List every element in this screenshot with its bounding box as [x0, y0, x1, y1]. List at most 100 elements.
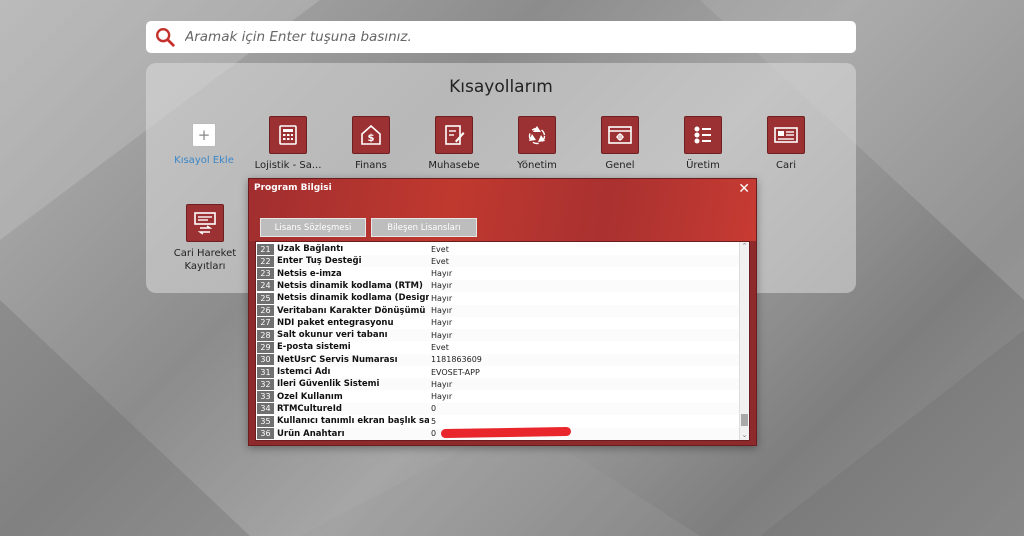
table-row[interactable]: 28 Salt okunur veri tabanı Hayır [256, 329, 740, 342]
shortcut-label: Üretim [686, 160, 720, 171]
row-number: 26 [257, 305, 274, 316]
close-icon[interactable]: ✕ [738, 181, 750, 197]
row-number: 22 [257, 255, 274, 267]
shortcut-label: Cari Hareket Kayıtları [173, 248, 237, 272]
shortcut-yonetim[interactable]: Yönetim [497, 116, 577, 172]
scroll-up-icon[interactable]: ⌃ [740, 242, 749, 251]
row-name: Netsis e-imza [277, 268, 342, 279]
shortcut-label: Lojistik - Sa... [254, 160, 322, 171]
row-name: Özel Kullanım [277, 391, 343, 402]
search-bar[interactable] [146, 21, 856, 53]
table-row[interactable]: 25 Netsis dinamik kodlama (Design) Hayır [256, 292, 740, 304]
row-number: 36 [257, 428, 274, 439]
row-name: Enter Tuş Desteği [277, 256, 362, 267]
table-row[interactable]: 27 NDI paket entegrasyonu Hayır [256, 317, 740, 329]
shortcut-cari-hareket[interactable]: Cari Hareket Kayıtları [165, 204, 245, 273]
row-name: Veritabanı Karakter Dönüşümü [277, 305, 426, 316]
table-row[interactable]: 24 Netsis dinamik kodlama (RTM) Hayır [256, 279, 740, 292]
row-number: 31 [257, 366, 274, 378]
shortcut-add[interactable]: + Kısayol Ekle [164, 116, 244, 167]
row-name: NDI paket entegrasyonu [277, 317, 394, 328]
row-value: Hayır [431, 379, 453, 389]
row-name: İleri Güvenlik Sistemi [277, 379, 380, 390]
row-name: Kullanıcı tanımlı ekran başlık sayısı [277, 416, 429, 427]
row-name: NetUsrC Servis Numarası [277, 354, 398, 365]
row-value: Hayır [431, 330, 453, 340]
dialog-header: Program Bilgisi ✕ Lisans Sözleşmesi Bile… [249, 179, 756, 241]
table-row[interactable]: 23 Netsis e-imza Hayır [256, 268, 740, 280]
table-row[interactable]: 35Kullanıcı tanımlı ekran başlık sayısı5 [256, 415, 740, 427]
row-name: RTMCultureId [277, 403, 342, 414]
row-value: Hayır [431, 269, 453, 279]
table-row[interactable]: 22 Enter Tuş Desteği Evet [256, 255, 740, 268]
id-card-icon[interactable] [767, 116, 805, 154]
table-row[interactable]: 32 İleri Güvenlik Sistemi Hayır [256, 378, 740, 391]
dollar-house-icon[interactable]: $ [352, 116, 390, 154]
scrollbar[interactable]: ⌃ ⌄ [739, 242, 749, 440]
row-name: Salt okunur veri tabanı [277, 330, 388, 341]
search-input[interactable] [183, 23, 856, 51]
row-number: 25 [257, 292, 274, 304]
checklist-icon[interactable] [684, 116, 722, 154]
search-icon[interactable] [154, 26, 176, 48]
table-row[interactable]: 29 E-posta sistemi Evet [256, 341, 740, 353]
row-value: 0 [431, 404, 437, 414]
row-name: Netsis dinamik kodlama (RTM) [277, 280, 423, 291]
shortcut-label: Finans [355, 160, 387, 171]
info-list[interactable]: 21 Uzak Bağlantı Evet 22 Enter Tuş Desteği Ev… [255, 241, 750, 441]
table-row[interactable]: 30 NetUsrC Servis Numarası 1181863609 [256, 353, 740, 366]
row-value: Hayır [431, 306, 453, 315]
row-number: 29 [257, 341, 274, 353]
svg-text:$: $ [368, 133, 375, 144]
row-value: Evet [431, 256, 449, 266]
row-number: 34 [257, 403, 274, 415]
shortcut-genel[interactable]: Genel [580, 116, 660, 172]
shortcut-muhasebe[interactable]: Muhasebe [414, 116, 494, 172]
scroll-thumb[interactable] [741, 414, 748, 426]
row-value: Hayır [431, 281, 453, 291]
component-licenses-button[interactable]: Bileşen Lisansları [371, 218, 477, 237]
dialog-title: Program Bilgisi [254, 183, 332, 193]
card-transfer-icon[interactable] [186, 204, 224, 242]
row-number: 27 [257, 317, 274, 329]
table-row[interactable]: 34 RTMCultureId 0 [256, 402, 740, 415]
row-number: 28 [257, 329, 274, 341]
row-value: Hayır [431, 293, 453, 303]
recycle-icon[interactable] [518, 116, 556, 154]
row-value: Evet [431, 342, 449, 352]
panel-title: Kısayollarım [449, 77, 553, 97]
program-info-dialog: Program Bilgisi ✕ Lisans Sözleşmesi Bile… [248, 178, 757, 446]
row-number: 33 [257, 391, 274, 403]
row-value: Hayır [431, 318, 453, 328]
row-number: 32 [257, 378, 274, 390]
scroll-down-icon[interactable]: ⌄ [740, 431, 749, 440]
document-edit-icon[interactable] [435, 116, 473, 154]
row-name: Uzak Bağlantı [277, 244, 344, 254]
shortcut-label: Yönetim [517, 160, 557, 171]
row-name: İstemci Adı [277, 367, 331, 377]
row-number: 23 [257, 268, 274, 280]
row-name: E-posta sistemi [277, 342, 351, 353]
shortcut-label[interactable]: Kısayol Ekle [164, 154, 244, 167]
table-row[interactable]: 21 Uzak Bağlantı Evet [256, 243, 740, 255]
plus-icon[interactable]: + [192, 123, 216, 147]
row-name: Netsis dinamik kodlama (Design) [277, 293, 429, 304]
settings-window-icon[interactable] [601, 116, 639, 154]
row-value: 5 [431, 416, 437, 426]
shortcut-cari[interactable]: Cari [746, 116, 826, 172]
shortcut-label: Cari [776, 160, 796, 171]
shortcut-finans[interactable]: $ Finans [331, 116, 411, 172]
shortcut-label: Muhasebe [428, 160, 480, 171]
shortcut-lojistik[interactable]: Lojistik - Sa... [248, 116, 328, 172]
table-row[interactable]: 31 İstemci Adı EVOSET-APP [256, 366, 740, 378]
table-row[interactable]: 26 Veritabanı Karakter Dönüşümü Hayır [256, 304, 740, 317]
row-value: EVOSET-APP [431, 367, 480, 377]
row-value: 1181863609 [431, 355, 482, 365]
shortcut-uretim[interactable]: Üretim [663, 116, 743, 172]
row-value: 0 [431, 429, 437, 438]
table-row[interactable]: 33 Özel Kullanım Hayır [256, 391, 740, 403]
cash-register-icon[interactable] [269, 116, 307, 154]
shortcut-label: Genel [605, 160, 635, 171]
row-name: Ürün Anahtarı [277, 428, 345, 439]
license-agreement-button[interactable]: Lisans Sözleşmesi [260, 218, 366, 237]
